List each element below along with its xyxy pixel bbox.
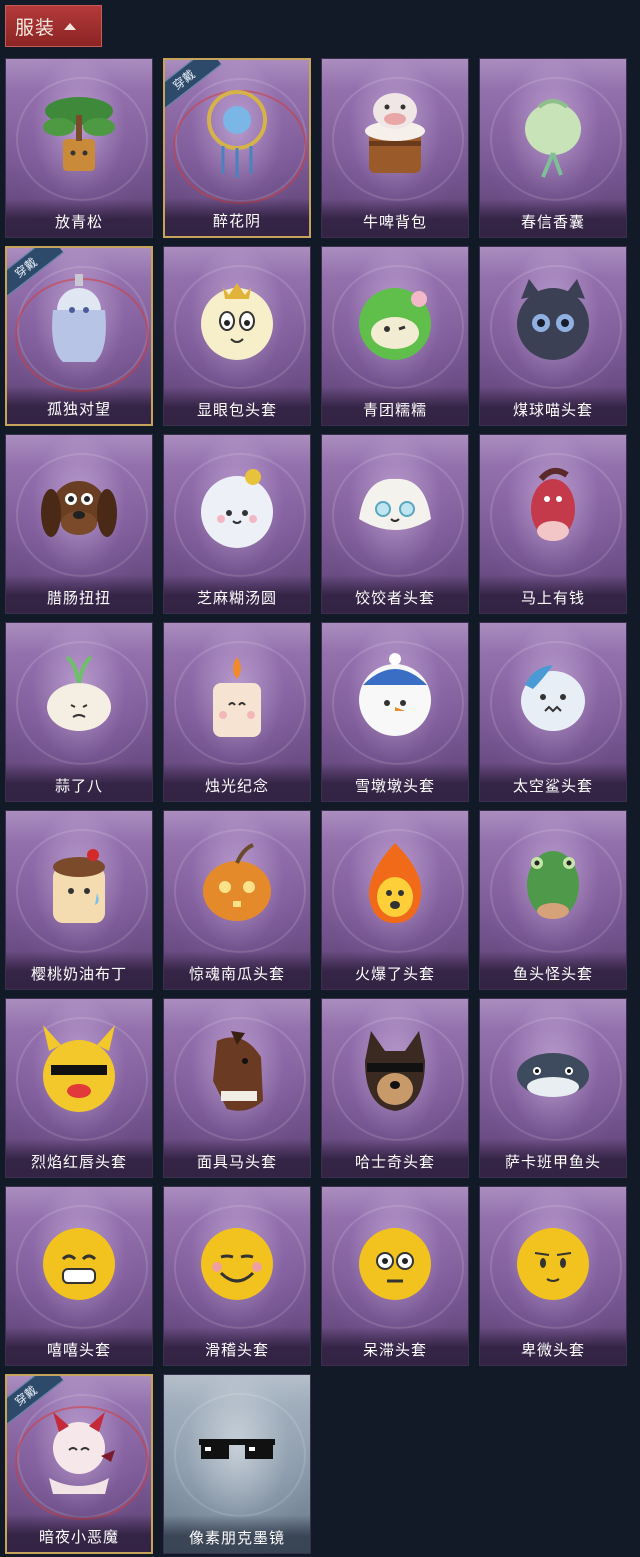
costume-name: 马上有钱 (480, 575, 626, 613)
emoji-smirk-icon (187, 1209, 287, 1313)
costume-card[interactable]: 牛啤背包 (321, 58, 469, 238)
costume-name: 樱桃奶油布丁 (6, 951, 152, 989)
costume-card[interactable]: 烈焰红唇头套 (5, 998, 153, 1178)
costume-name: 显眼包头套 (164, 387, 310, 425)
doll-charm-icon (29, 270, 129, 374)
costume-card[interactable]: 雪墩墩头套 (321, 622, 469, 802)
costume-card[interactable]: 青团糯糯 (321, 246, 469, 426)
fire-icon (345, 833, 445, 937)
husky-icon (345, 1021, 445, 1125)
costume-card[interactable]: 呆滞头套 (321, 1186, 469, 1366)
costume-card[interactable]: 滑稽头套 (163, 1186, 311, 1366)
cow-barrel-icon (345, 81, 445, 185)
costume-card[interactable]: 卑微头套 (479, 1186, 627, 1366)
pikachu-lips-icon (29, 1021, 129, 1125)
costume-card[interactable]: 煤球喵头套 (479, 246, 627, 426)
costume-card[interactable]: 太空鲨头套 (479, 622, 627, 802)
costume-card[interactable]: 穿戴 醉花阴 (163, 58, 311, 238)
costume-card[interactable]: 饺饺者头套 (321, 434, 469, 614)
costume-card[interactable]: 穿戴 孤独对望 (5, 246, 153, 426)
costume-name: 蒜了八 (6, 763, 152, 801)
green-dumpling-icon (345, 269, 445, 373)
costume-name: 腊肠扭扭 (6, 575, 152, 613)
costume-name: 牛啤背包 (322, 199, 468, 237)
costume-grid: 放青松 穿戴 醉花阴 牛啤背包 春信香囊穿戴 孤独对望 显眼包头套 青团糯糯 煤球喵头套腊肠扭扭… (0, 0, 640, 1557)
costume-card[interactable]: 烛光纪念 (163, 622, 311, 802)
costume-card[interactable]: 芝麻糊汤圆 (163, 434, 311, 614)
costume-card[interactable]: 火爆了头套 (321, 810, 469, 990)
costume-card[interactable]: 显眼包头套 (163, 246, 311, 426)
costume-name: 醉花阴 (165, 198, 309, 236)
horse-mask-icon (187, 1021, 287, 1125)
bulb-head-icon (187, 269, 287, 373)
costume-card[interactable]: 放青松 (5, 58, 153, 238)
snowman-icon (345, 645, 445, 749)
emoji-stare-icon (345, 1209, 445, 1313)
costume-card[interactable]: 嘻嘻头套 (5, 1186, 153, 1366)
costume-card[interactable]: 哈士奇头套 (321, 998, 469, 1178)
black-cat-icon (503, 269, 603, 373)
costume-card[interactable]: 马上有钱 (479, 434, 627, 614)
costume-name: 烈焰红唇头套 (6, 1139, 152, 1177)
costume-card[interactable]: 惊魂南瓜头套 (163, 810, 311, 990)
dachshund-icon (29, 457, 129, 561)
costume-name: 太空鲨头套 (480, 763, 626, 801)
costume-name: 芝麻糊汤圆 (164, 575, 310, 613)
candle-icon (187, 645, 287, 749)
costume-name: 哈士奇头套 (322, 1139, 468, 1177)
dreamcatcher-icon (187, 82, 287, 186)
costume-name: 火爆了头套 (322, 951, 468, 989)
devil-icon (29, 1398, 129, 1502)
shark-icon (503, 645, 603, 749)
costume-name: 面具马头套 (164, 1139, 310, 1177)
costume-name: 滑稽头套 (164, 1327, 310, 1365)
costume-card[interactable]: 面具马头套 (163, 998, 311, 1178)
costume-name: 烛光纪念 (164, 763, 310, 801)
costume-name: 卑微头套 (480, 1327, 626, 1365)
costume-card[interactable]: 蒜了八 (5, 622, 153, 802)
costume-card[interactable]: 穿戴 暗夜小恶魔 (5, 1374, 153, 1554)
emoji-grin-icon (29, 1209, 129, 1313)
emoji-timid-icon (503, 1209, 603, 1313)
pixel-sunglasses-icon (187, 1397, 287, 1501)
costume-name: 煤球喵头套 (480, 387, 626, 425)
horse-red-icon (503, 457, 603, 561)
costume-name: 青团糯糯 (322, 387, 468, 425)
pudding-icon (29, 833, 129, 937)
costume-name: 雪墩墩头套 (322, 763, 468, 801)
costume-name: 呆滞头套 (322, 1327, 468, 1365)
costume-name: 放青松 (6, 199, 152, 237)
costume-name: 鱼头怪头套 (480, 951, 626, 989)
sachet-icon (503, 81, 603, 185)
costume-name: 惊魂南瓜头套 (164, 951, 310, 989)
fish-head-icon (503, 833, 603, 937)
costume-name: 春信香囊 (480, 199, 626, 237)
costume-card[interactable]: 樱桃奶油布丁 (5, 810, 153, 990)
costume-card[interactable]: 腊肠扭扭 (5, 434, 153, 614)
sacabambaspis-icon (503, 1021, 603, 1125)
garlic-icon (29, 645, 129, 749)
costume-card[interactable]: 鱼头怪头套 (479, 810, 627, 990)
costume-name: 嘻嘻头套 (6, 1327, 152, 1365)
costume-name: 像素朋克墨镜 (164, 1515, 310, 1553)
costume-card[interactable]: 像素朋克墨镜 (163, 1374, 311, 1554)
pumpkin-icon (187, 833, 287, 937)
costume-name: 萨卡班甲鱼头 (480, 1139, 626, 1177)
costume-name: 孤独对望 (7, 386, 151, 424)
costume-card[interactable]: 春信香囊 (479, 58, 627, 238)
dumpling-icon (345, 457, 445, 561)
costume-card[interactable]: 萨卡班甲鱼头 (479, 998, 627, 1178)
costume-name: 饺饺者头套 (322, 575, 468, 613)
tangyuan-icon (187, 457, 287, 561)
bonsai-icon (29, 81, 129, 185)
costume-name: 暗夜小恶魔 (7, 1514, 151, 1552)
